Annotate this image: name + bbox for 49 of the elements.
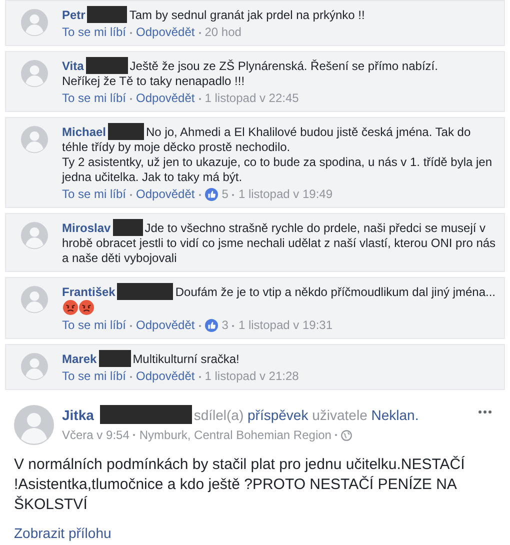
like-icon [204,188,218,201]
shared-line: sdílel(a) příspěvek uživatele Neklan. [194,407,419,423]
comment-action-link[interactable]: To se mi líbí [62,25,126,40]
comment-text: Miroslav Jde to všechno strašně rychle do prdele, naši předci se musejí v hrobě obracet jestli to vidí co jsme nechali udělat z naší vlastí, kterou ONI pro nás a naše děti vybojovali [62,219,496,266]
author-name[interactable]: Vita [62,59,84,73]
post-time[interactable]: Včera v 9:54 [62,426,130,444]
avatar[interactable] [14,405,54,445]
comment-text: Petr Tam by sednul granát jak prdel na prkýnko !! [62,6,366,23]
comment-action-link[interactable]: Odpovědět [136,91,195,106]
author-name[interactable]: Jitka [62,407,94,423]
like-count: 5 [222,187,228,202]
comment-action-link[interactable]: Odpovědět [136,369,195,384]
attachment-link[interactable]: Zobrazit přílohu [14,523,112,544]
avatar[interactable] [21,9,48,36]
post-text: V normálních podmínkách by stačil plat pro jednu učitelku.NESTAČÍ !Asistentka,tlumočnice a kdo ještě ?PROTO NESTAČÍ PENÍZE NA ŠKOLSTVÍ [14,455,466,515]
avatar[interactable] [21,353,48,380]
comment-text: Michael No jo, Ahmedi a El Khalilové budou jistě česká jména. Tak do téhle třídy by moje děcko prostě nechodilo. Ty 2 asistentky, už jen to ukazuje, co to bude za spodina, u nás v 1. třídě byla jen jedna učitelka. Jak to taky má být. [62,123,494,185]
comment-action-link[interactable]: Odpovědět [136,25,195,40]
comment-text: Marek Multikulturní sračka! [62,350,240,367]
avatar[interactable] [21,60,48,87]
comment-time: 1 listopad v 22:45 [204,91,299,106]
comment-time: 1 listopad v 21:28 [204,369,299,384]
comment-time: 1 listopad v 19:31 [238,318,333,333]
author-name[interactable]: Michael [62,125,106,139]
comment-time: 1 listopad v 19:49 [238,187,333,202]
comment-action-link[interactable]: To se mi líbí [62,369,126,384]
like-count: 3 [222,318,228,333]
author-name[interactable]: Petr [62,8,86,22]
author-name[interactable]: František [62,285,116,299]
avatar[interactable] [21,222,48,249]
comment-action-link[interactable]: To se mi líbí [62,91,126,106]
author-name[interactable]: Marek [62,352,97,366]
post-location: Nymburk, Central Bohemian Region [139,427,332,444]
avatar[interactable] [21,286,48,313]
comment-action-link[interactable]: To se mi líbí [62,187,126,202]
comment-text: Vita Ještě že jsou ze ZŠ Plynárenská. Řešení se přímo nabízí. Neříkej že Tě to taky nenapadlo !!! [62,57,439,89]
shared-link[interactable]: příspěvek [248,407,308,423]
comment-time: 20 hod [204,25,242,40]
comment-text: František Doufám že je to vtip a někdo příčmoudlikum dal jiný jména... [62,283,496,316]
author-name[interactable]: Miroslav [62,221,111,235]
like-icon [204,319,218,332]
comment-action-link[interactable]: Odpovědět [136,187,195,202]
more-icon [478,410,492,414]
comment-action-link[interactable]: To se mi líbí [62,318,126,333]
shared-link[interactable]: Neklan. [371,407,419,423]
comment-action-link[interactable]: Odpovědět [136,318,195,333]
angry-face-icon [79,300,94,315]
angry-face-icon [63,300,78,315]
avatar[interactable] [21,126,48,153]
